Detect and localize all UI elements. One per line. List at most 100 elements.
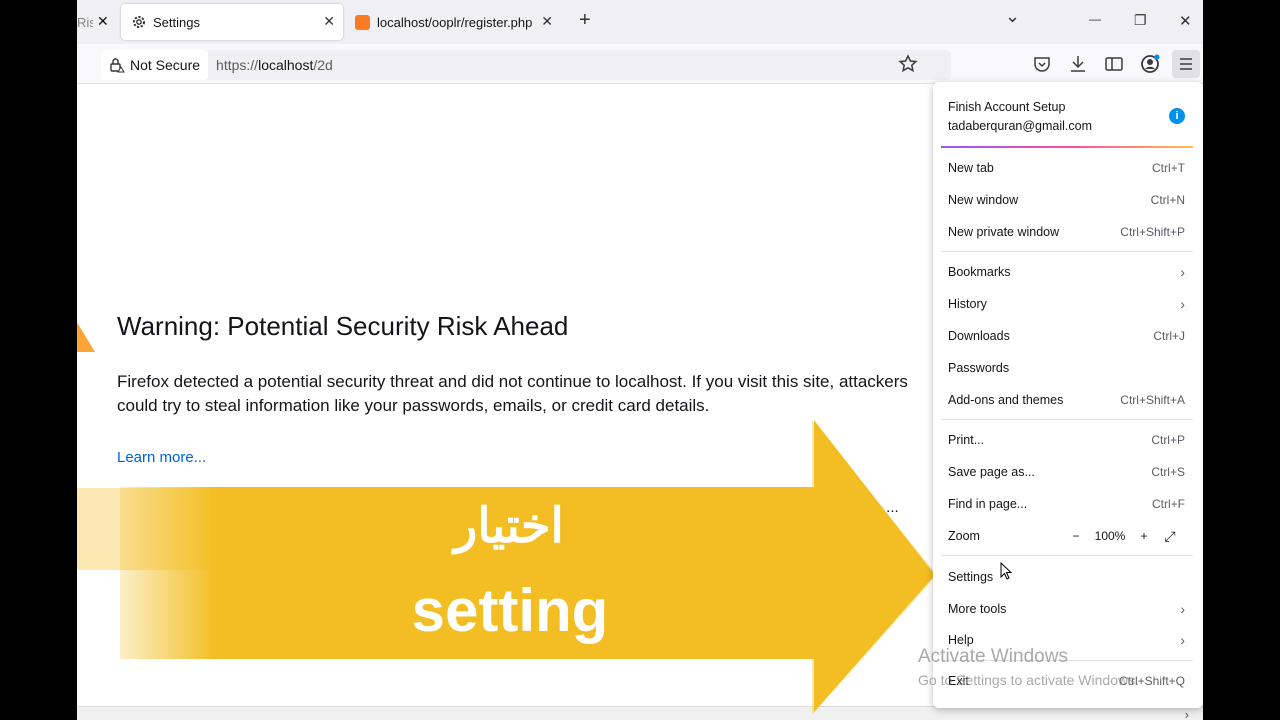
menu-item-label: Print... — [948, 433, 985, 447]
security-indicator[interactable]: Not Secure — [101, 50, 209, 80]
insecure-lock-icon — [110, 58, 125, 73]
menu-item-label: Zoom — [948, 529, 980, 543]
menu-item-shortcut: Ctrl+Shift+P — [1120, 225, 1185, 239]
maximize-button[interactable]: ❐ — [1134, 12, 1147, 29]
menu-item-label: Settings — [948, 570, 994, 584]
menu-exit[interactable]: Exit Ctrl+Shift+Q — [948, 668, 1185, 694]
menu-print[interactable]: Print... Ctrl+P — [948, 427, 1185, 453]
menu-item-label: Save page as... — [948, 465, 1035, 479]
horizontal-scrollbar[interactable]: › — [77, 706, 1203, 720]
menu-separator — [941, 251, 1193, 252]
bookmark-star-icon[interactable] — [897, 53, 919, 75]
overlay-arabic-caption: اختيار — [454, 500, 564, 553]
menu-separator — [941, 555, 1193, 556]
sidebar-icon[interactable] — [1103, 53, 1125, 75]
menu-more-tools[interactable]: More tools › — [948, 596, 1185, 622]
warning-description: Firefox detected a potential security th… — [117, 372, 908, 415]
tab-label: localhost/ooplr/register.php — [377, 14, 533, 30]
tab-register[interactable]: localhost/ooplr/register.php ✕ — [347, 4, 561, 40]
downloads-icon[interactable] — [1067, 53, 1089, 75]
chevron-right-icon: › — [1180, 264, 1185, 280]
menu-item-shortcut: Ctrl+S — [1151, 465, 1185, 479]
menu-item-label: Find in page... — [948, 497, 1028, 511]
menu-help[interactable]: Help › — [948, 627, 1185, 653]
xampp-icon — [355, 14, 370, 30]
app-menu-button[interactable] — [1172, 50, 1200, 78]
menu-settings[interactable]: Settings — [948, 564, 1185, 590]
chevron-right-icon: › — [1180, 296, 1185, 312]
warning-triangle-icon — [77, 322, 95, 352]
menu-item-shortcut: Ctrl+N — [1150, 193, 1185, 207]
info-icon: i — [1169, 108, 1185, 124]
tab-security-risk[interactable]: Risk ✕ — [77, 4, 117, 40]
tab-close-button[interactable]: ✕ — [541, 13, 553, 30]
menu-new-private-window[interactable]: New private window Ctrl+Shift+P — [948, 219, 1185, 245]
tab-label: Risk — [77, 14, 93, 30]
menu-addons-themes[interactable]: Add-ons and themes Ctrl+Shift+A — [948, 387, 1185, 413]
menu-new-tab[interactable]: New tab Ctrl+T — [948, 155, 1185, 181]
url-text[interactable]: https://localhost/2d — [208, 57, 333, 73]
menu-new-window[interactable]: New window Ctrl+N — [948, 187, 1185, 213]
scroll-right-icon[interactable]: › — [1185, 707, 1189, 720]
menu-item-shortcut: Ctrl+Shift+A — [1120, 393, 1185, 407]
url-bar[interactable]: Not Secure https://localhost/2d — [101, 50, 951, 80]
advanced-button[interactable]: .... — [882, 499, 899, 516]
menu-separator — [941, 660, 1193, 661]
zoom-in-button[interactable]: + — [1133, 529, 1155, 543]
zoom-controls: − 100% + ⤢ — [1065, 528, 1185, 545]
tab-bar: Risk ✕ Settings ✕ localhost/ooplr/regist… — [77, 0, 1203, 44]
menu-separator — [941, 419, 1193, 420]
not-secure-label: Not Secure — [130, 57, 201, 73]
url-path: /2d — [313, 57, 333, 73]
url-host: localhost — [258, 57, 314, 73]
menu-item-label: Bookmarks — [948, 265, 1011, 279]
list-all-tabs-button[interactable]: ⌄ — [1005, 6, 1020, 27]
zoom-level-button[interactable]: 100% — [1087, 529, 1133, 543]
new-tab-button[interactable]: + — [579, 9, 591, 32]
menu-history[interactable]: History › — [948, 291, 1185, 317]
learn-more-link[interactable]: Learn more... — [117, 449, 206, 466]
close-window-button[interactable]: ✕ — [1179, 12, 1192, 30]
menu-item-label: More tools — [948, 602, 1007, 616]
menu-item-shortcut: Ctrl+J — [1153, 329, 1185, 343]
account-title: Finish Account Setup — [948, 100, 1066, 114]
menu-item-label: Downloads — [948, 329, 1010, 343]
account-section[interactable]: Finish Account Setup tadaberquran@gmail.… — [948, 98, 1185, 136]
tab-close-button[interactable]: ✕ — [97, 13, 109, 30]
menu-item-label: New private window — [948, 225, 1060, 239]
gear-icon — [133, 16, 145, 28]
menu-item-shortcut: Ctrl+F — [1152, 497, 1185, 511]
menu-item-label: New window — [948, 193, 1019, 207]
menu-item-label: New tab — [948, 161, 994, 175]
menu-item-label: Passwords — [948, 361, 1010, 375]
url-scheme: https:// — [216, 57, 259, 73]
menu-item-label: Add-ons and themes — [948, 393, 1064, 407]
nav-bar: Not Secure https://localhost/2d — [77, 44, 1203, 84]
menu-downloads[interactable]: Downloads Ctrl+J — [948, 323, 1185, 349]
pocket-icon[interactable] — [1031, 53, 1053, 75]
app-menu-panel: Finish Account Setup tadaberquran@gmail.… — [933, 82, 1203, 708]
mouse-cursor-icon — [1000, 562, 1013, 580]
menu-item-label: Help — [948, 633, 974, 647]
chevron-right-icon: › — [1180, 601, 1185, 617]
minimize-button[interactable]: — — [1089, 12, 1101, 26]
hamburger-icon — [1180, 58, 1192, 70]
account-icon[interactable] — [1139, 53, 1161, 75]
menu-passwords[interactable]: Passwords — [948, 355, 1185, 381]
tab-settings[interactable]: Settings ✕ — [121, 4, 343, 40]
zoom-out-button[interactable]: − — [1065, 529, 1087, 543]
account-email: tadaberquran@gmail.com — [948, 119, 1093, 133]
account-divider — [941, 146, 1193, 148]
menu-save-page[interactable]: Save page as... Ctrl+S — [948, 459, 1185, 485]
menu-item-shortcut: Ctrl+Shift+Q — [1118, 674, 1185, 688]
fullscreen-icon[interactable]: ⤢ — [1155, 528, 1185, 545]
page-title: Warning: Potential Security Risk Ahead — [117, 311, 569, 341]
menu-item-label: History — [948, 297, 987, 311]
menu-item-shortcut: Ctrl+T — [1152, 161, 1185, 175]
menu-item-label: Exit — [948, 674, 969, 688]
tab-close-button[interactable]: ✕ — [323, 13, 335, 30]
menu-find-in-page[interactable]: Find in page... Ctrl+F — [948, 491, 1185, 517]
tab-label: Settings — [153, 14, 200, 30]
menu-bookmarks[interactable]: Bookmarks › — [948, 259, 1185, 285]
menu-item-shortcut: Ctrl+P — [1151, 433, 1185, 447]
